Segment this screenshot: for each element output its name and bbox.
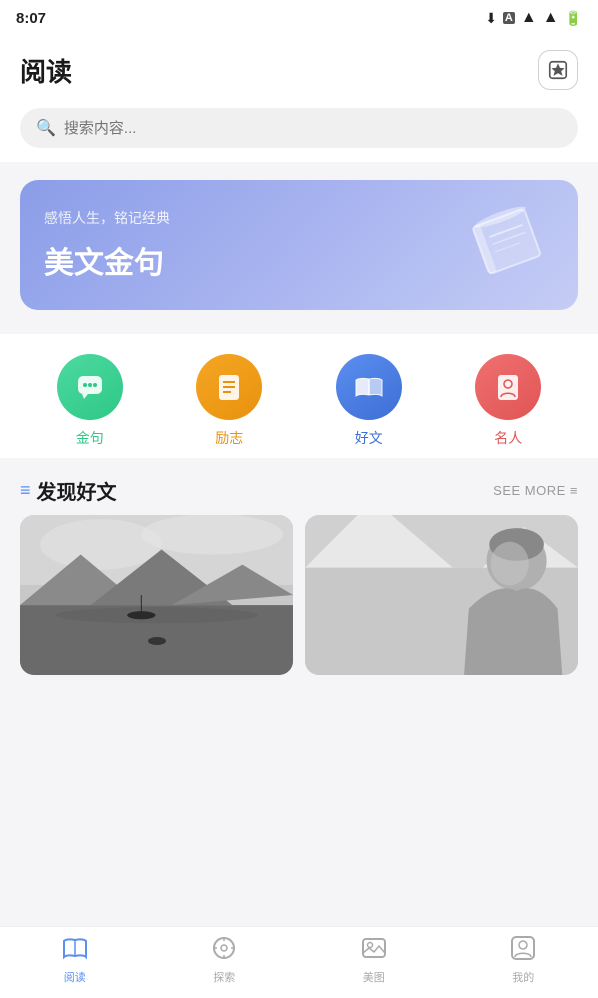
search-input[interactable]: [64, 120, 562, 137]
nav-mine-label: 我的: [512, 969, 534, 985]
category-haowen[interactable]: 好文: [336, 354, 402, 448]
article-card-person[interactable]: [305, 515, 578, 675]
juju-label: 金句: [76, 428, 104, 448]
lizhi-label: 励志: [215, 428, 243, 448]
doc-icon: [213, 371, 245, 403]
mingren-label: 名人: [494, 428, 522, 448]
nav-read[interactable]: 阅读: [0, 935, 150, 985]
section-title-group: ≡ 发现好文: [20, 476, 117, 505]
signal-icon: ▲: [543, 9, 559, 27]
explore-icon: [211, 935, 237, 961]
discover-section-icon: ≡: [20, 480, 31, 501]
category-lizhi[interactable]: 励志: [196, 354, 262, 448]
categories-section: 金句 励志 好文: [0, 334, 598, 458]
nav-gallery[interactable]: 美图: [299, 935, 449, 985]
star-icon: [547, 59, 569, 81]
see-more-button[interactable]: SEE MORE ≡: [493, 483, 578, 498]
category-juju[interactable]: 金句: [57, 354, 123, 448]
category-mingren[interactable]: 名人: [475, 354, 541, 448]
juju-icon: [57, 354, 123, 420]
banner-card[interactable]: 感悟人生，铭记经典 美文金句: [20, 180, 578, 310]
search-section: 🔍: [0, 100, 598, 162]
header: 阅读: [0, 36, 598, 100]
articles-row: [0, 515, 598, 695]
lizhi-icon: [196, 354, 262, 420]
chat-icon: [74, 371, 106, 403]
status-time: 8:07: [16, 10, 46, 27]
banner-section: 感悟人生，铭记经典 美文金句: [0, 162, 598, 320]
font-icon: A: [503, 12, 515, 24]
status-icons: ⬇ A ▲ ▲ 🔋: [485, 9, 582, 27]
bottom-spacer: [0, 695, 598, 767]
banner-book-icon: [464, 196, 554, 286]
star-button[interactable]: [538, 50, 578, 90]
search-icon: 🔍: [36, 118, 56, 138]
discover-section-label: 发现好文: [37, 476, 117, 505]
nav-explore-icon: [211, 935, 237, 966]
wifi-icon: ▲: [521, 9, 537, 27]
article-card-mountain[interactable]: [20, 515, 293, 675]
haowen-label: 好文: [355, 428, 383, 448]
nav-mine-icon: [510, 935, 536, 966]
haowen-icon: [336, 354, 402, 420]
nav-mine[interactable]: 我的: [449, 935, 598, 985]
person-image: [305, 515, 578, 675]
user-icon: [510, 935, 536, 961]
mountain-image: [20, 515, 293, 675]
page-title: 阅读: [20, 52, 72, 89]
download-icon: ⬇: [485, 10, 497, 27]
read-book-icon: [62, 935, 88, 961]
book-open-icon: [352, 370, 386, 404]
gallery-icon: [361, 935, 387, 961]
nav-explore-label: 探索: [213, 969, 235, 985]
nav-gallery-label: 美图: [363, 969, 385, 985]
mingren-icon: [475, 354, 541, 420]
nav-gallery-icon: [361, 935, 387, 966]
person-doc-icon: [492, 371, 524, 403]
search-bar[interactable]: 🔍: [20, 108, 578, 148]
nav-explore[interactable]: 探索: [150, 935, 300, 985]
discover-section-header: ≡ 发现好文 SEE MORE ≡: [0, 458, 598, 515]
nav-read-icon: [62, 935, 88, 966]
status-bar: 8:07 ⬇ A ▲ ▲ 🔋: [0, 0, 598, 36]
nav-read-label: 阅读: [64, 969, 86, 985]
battery-icon: 🔋: [565, 10, 582, 27]
bottom-nav: 阅读 探索 美图: [0, 926, 598, 998]
